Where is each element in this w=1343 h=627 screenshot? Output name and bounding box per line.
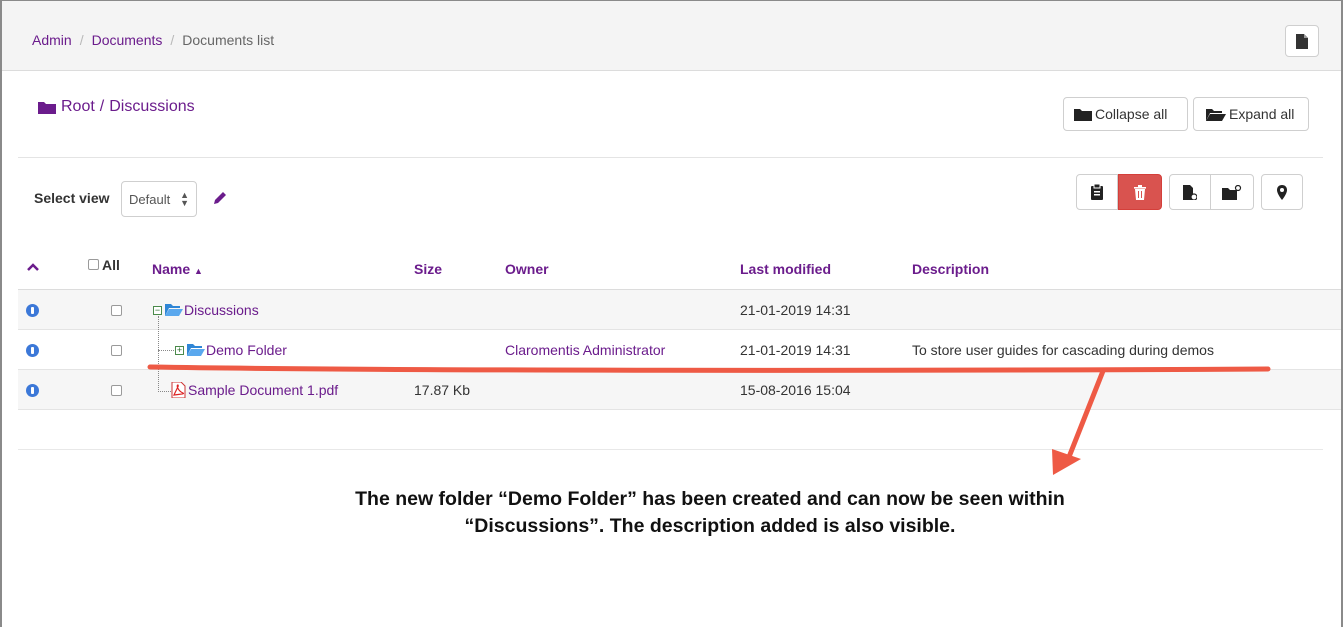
- clipboard-button[interactable]: [1076, 174, 1118, 210]
- column-header-last-modified[interactable]: Last modified: [740, 261, 831, 277]
- path-root[interactable]: Root: [61, 98, 95, 116]
- collapse-tree-icon[interactable]: −: [153, 306, 162, 315]
- expand-all-label: Expand all: [1229, 106, 1295, 122]
- collapse-chevron-icon[interactable]: [27, 263, 39, 271]
- folder-icon: [1074, 108, 1092, 121]
- row-owner[interactable]: Claromentis Administrator: [505, 342, 665, 358]
- new-document-icon: [1183, 184, 1197, 200]
- column-header-size[interactable]: Size: [414, 261, 442, 277]
- tree-line: [158, 391, 171, 392]
- folder-icon: [38, 101, 56, 114]
- path-folder[interactable]: Discussions: [109, 98, 194, 116]
- table-row: − Discussions 21-01-2019 14:31: [18, 290, 1341, 330]
- breadcrumb-bar: Admin / Documents / Documents list: [2, 1, 1341, 71]
- breadcrumb: Admin / Documents / Documents list: [32, 32, 275, 48]
- folder-open-icon: [165, 304, 183, 316]
- sort-asc-icon: ▲: [194, 266, 203, 276]
- delete-button[interactable]: [1118, 174, 1162, 210]
- row-checkbox[interactable]: [111, 385, 122, 396]
- table-row: Sample Document 1.pdf 17.87 Kb 15-08-201…: [18, 370, 1341, 410]
- map-marker-icon: [1277, 184, 1287, 200]
- row-size: 17.87 Kb: [414, 382, 471, 398]
- expand-tree-icon[interactable]: +: [175, 346, 184, 355]
- folder-path: Root / Discussions: [38, 98, 195, 116]
- table-bottom-divider: [18, 449, 1323, 450]
- row-last-modified: 21-01-2019 14:31: [740, 302, 851, 318]
- row-last-modified: 15-08-2016 15:04: [740, 382, 851, 398]
- new-folder-button[interactable]: [1210, 174, 1254, 210]
- folder-open-icon: [187, 344, 205, 356]
- row-name-link[interactable]: Discussions: [184, 302, 259, 318]
- new-document-button[interactable]: [1169, 174, 1211, 210]
- select-all-checkbox[interactable]: [88, 259, 99, 270]
- pencil-icon[interactable]: [212, 190, 228, 206]
- view-select[interactable]: Default ▲ ▼: [121, 181, 197, 217]
- page-options-button[interactable]: [1285, 25, 1319, 57]
- info-icon[interactable]: [26, 304, 39, 317]
- collapse-all-label: Collapse all: [1095, 106, 1168, 122]
- divider: [18, 157, 1323, 158]
- row-name-link[interactable]: Sample Document 1.pdf: [188, 382, 338, 398]
- table-row: + Demo Folder Claromentis Administrator …: [18, 330, 1341, 370]
- select-all-label: All: [102, 257, 120, 273]
- info-icon[interactable]: [26, 384, 39, 397]
- select-view-label: Select view: [34, 190, 110, 206]
- tree-line: [158, 316, 159, 392]
- pdf-file-icon: [171, 382, 186, 398]
- collapse-all-button[interactable]: Collapse all: [1063, 97, 1188, 131]
- column-header-name-label: Name: [152, 261, 191, 277]
- new-folder-icon: [1222, 184, 1242, 200]
- trash-icon: [1134, 184, 1146, 200]
- row-last-modified: 21-01-2019 14:31: [740, 342, 851, 358]
- folder-open-icon: [1206, 108, 1226, 121]
- row-checkbox[interactable]: [111, 345, 122, 356]
- column-header-name[interactable]: Name ▲: [152, 261, 203, 277]
- select-arrows-icon: ▲ ▼: [180, 190, 189, 208]
- expand-all-button[interactable]: Expand all: [1193, 97, 1309, 131]
- breadcrumb-admin[interactable]: Admin: [32, 32, 72, 48]
- row-description: To store user guides for cascading durin…: [912, 342, 1214, 358]
- column-header-owner[interactable]: Owner: [505, 261, 549, 277]
- document-icon: [1296, 33, 1308, 49]
- annotation-text: The new folder “Demo Folder” has been cr…: [355, 488, 1065, 537]
- column-header-description[interactable]: Description: [912, 261, 989, 277]
- row-checkbox[interactable]: [111, 305, 122, 316]
- info-icon[interactable]: [26, 344, 39, 357]
- tree-line: [158, 350, 174, 351]
- location-button[interactable]: [1261, 174, 1303, 210]
- row-name-link[interactable]: Demo Folder: [206, 342, 287, 358]
- clipboard-icon: [1091, 184, 1103, 200]
- path-separator: /: [99, 98, 105, 115]
- view-select-value: Default: [129, 191, 171, 207]
- breadcrumb-current: Documents list: [182, 32, 275, 48]
- breadcrumb-documents[interactable]: Documents: [92, 32, 163, 48]
